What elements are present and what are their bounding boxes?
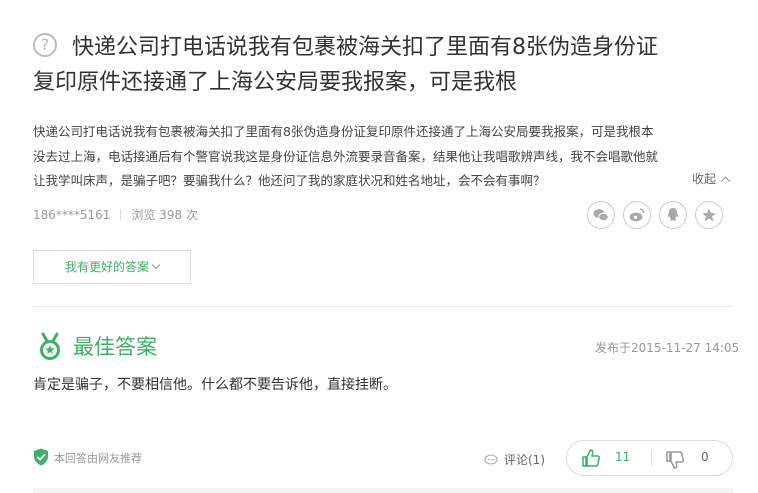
view-count: 浏览 398 次 xyxy=(131,208,198,222)
answer-content: 肯定是骗子，不要相信他。什么都不要告诉他，直接挂断。 xyxy=(33,377,397,393)
question-icon: ? xyxy=(33,33,57,57)
chevron-down-icon xyxy=(151,260,161,270)
qq-share-button[interactable] xyxy=(659,201,687,229)
comment-icon xyxy=(484,454,498,464)
description-line: 没去过上海，电话接通后有个警官说我这是身份证信息外流要录音备案，结果他让我唱歌辨… xyxy=(33,148,659,164)
question-description: 快递公司打电话说我有包裹被海关扣了里面有8张伪造身份证复印原件还接通了上海公安局… xyxy=(33,120,733,194)
collapse-label: 收起 xyxy=(692,172,717,186)
description-line: 快递公司打电话说我有包裹被海关扣了里面有8张伪造身份证复印原件还接通了上海公安局… xyxy=(33,124,654,139)
recommend-note: 本回答由网友推荐 xyxy=(54,452,142,465)
thumbs-up-icon[interactable] xyxy=(581,448,601,468)
shield-check-icon xyxy=(34,448,48,466)
section-divider xyxy=(33,306,733,307)
better-answer-button[interactable]: 我有更好的答案 xyxy=(33,250,191,284)
best-answer-title: 最佳答案 xyxy=(73,335,157,359)
favorite-button[interactable] xyxy=(695,201,723,229)
description-line: 让我学叫床声，是骗子吧？要骗我什么？他还问了我的家庭状况和姓名地址，会不会有事啊… xyxy=(33,173,546,188)
asker-id: 186****5161 xyxy=(33,208,111,222)
better-answer-label: 我有更好的答案 xyxy=(64,260,149,274)
wechat-share-button[interactable] xyxy=(587,201,615,229)
publish-time: 发布于2015-11-27 14:05 xyxy=(595,341,740,355)
weibo-icon xyxy=(629,208,645,222)
weibo-share-button[interactable] xyxy=(623,201,651,229)
chevron-up-icon xyxy=(720,176,731,187)
downvote-count: 0 xyxy=(701,450,709,464)
comment-label: 评论(1) xyxy=(504,453,545,467)
star-icon xyxy=(702,208,716,222)
question-meta: 186****5161 浏览 398 次 xyxy=(33,207,198,223)
qq-icon xyxy=(667,208,679,221)
wechat-icon xyxy=(593,209,609,222)
question-title: 快递公司打电话说我有包裹被海关扣了里面有8张伪造身份证 复印原件还接通了上海公安… xyxy=(33,30,732,95)
collapse-toggle[interactable]: 收起 xyxy=(692,170,731,187)
vote-divider xyxy=(651,450,652,466)
bottom-strip xyxy=(33,488,733,493)
thumbs-down-icon[interactable] xyxy=(665,450,685,470)
comment-button[interactable]: 评论(1) xyxy=(484,451,545,468)
upvote-count: 11 xyxy=(615,450,631,464)
question-title-line2: 复印原件还接通了上海公安局要我报案，可是我根 xyxy=(33,70,518,95)
question-title-line1: 快递公司打电话说我有包裹被海关扣了里面有8张伪造身份证 xyxy=(72,35,658,60)
medal-icon xyxy=(40,332,60,360)
vote-box: 11 0 xyxy=(566,440,733,476)
meta-divider xyxy=(120,209,122,220)
